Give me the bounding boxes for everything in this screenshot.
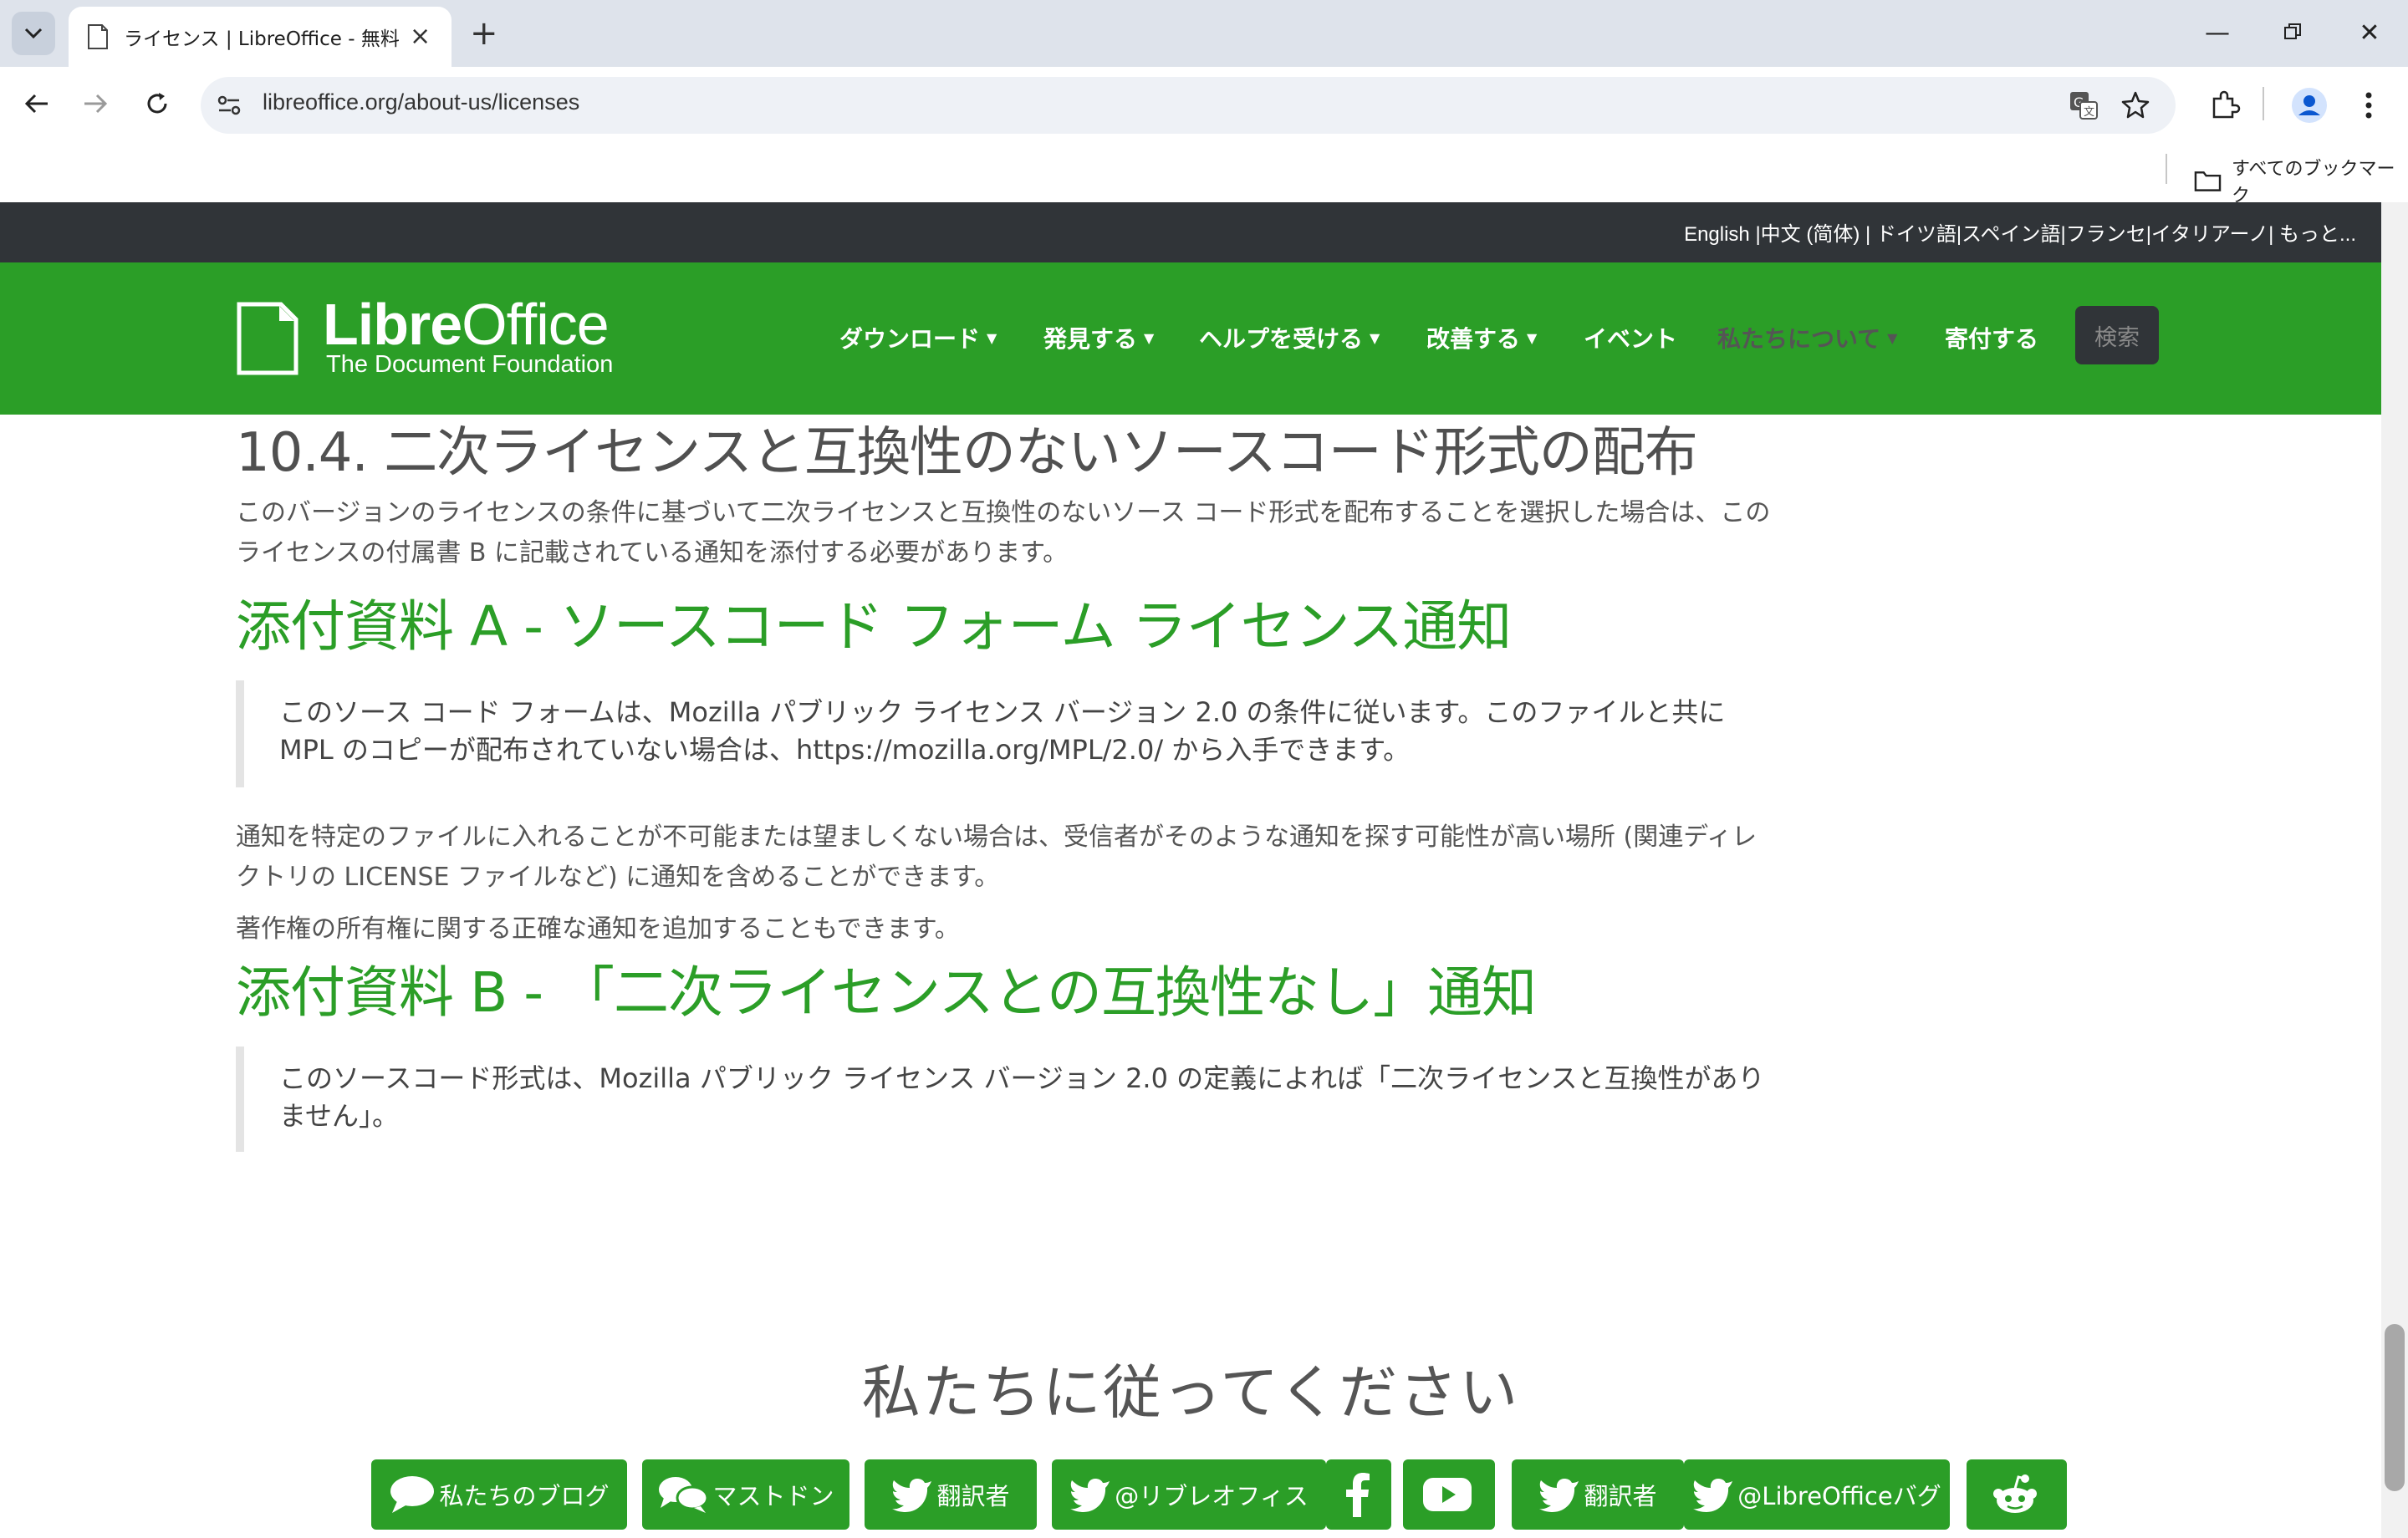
follow-us-heading: 私たちに従ってください [861,1358,1520,1427]
browser-tab-active[interactable]: ライセンス | LibreOffice - 無料のオフィススイート × [69,7,452,67]
reload-icon [147,93,167,114]
tab-search-button[interactable] [12,12,55,55]
caret-down-icon: ▼ [1144,329,1155,346]
social-mastodon-button[interactable]: マストドン [642,1459,849,1530]
nav-discover[interactable]: 発見する ▼ [1043,321,1154,354]
caret-down-icon: ▼ [1370,329,1380,346]
nav-label: 発見する [1043,325,1138,353]
facebook-icon [1346,1473,1370,1517]
nav-label: ダウンロード [839,325,981,353]
social-twitter-translators-2-button[interactable]: 翻訳者 [1512,1459,1684,1530]
language-bar: English |中文 (简体) | ドイツ語|スペイン語|フランセ|イタリアー… [0,202,2381,262]
social-twitter-bugs-button[interactable]: @LibreOfficeバグ [1684,1459,1950,1530]
nav-label: 私たちについて [1717,325,1881,353]
caret-down-icon: ▼ [1527,329,1538,346]
new-tab-button[interactable]: + [470,12,498,55]
license-content: 10.4. 二次ライセンスと互換性のないソースコード形式の配布 このバージョンの… [236,415,1774,1152]
social-label: 私たちのブログ [439,1482,610,1510]
translate-icon[interactable]: G文 [2069,90,2099,120]
exhibit-b-notice: このソースコード形式は、Mozilla パブリック ライセンス バージョン 2.… [236,1047,1774,1152]
exhibit-b-heading: 添付資料 B - 「二次ライセンスとの互換性なし」通知 [236,960,1537,1025]
social-label: @リブレオフィス [1115,1482,1309,1510]
exhibit-a-heading: 添付資料 A - ソースコード フォーム ライセンス通知 [236,594,1512,659]
logo-name-bold: Libre [323,292,462,357]
social-facebook-button[interactable] [1326,1459,1391,1530]
nav-about-us[interactable]: 私たちについて ▼ [1717,321,1897,354]
close-window-button[interactable]: ✕ [2344,15,2395,52]
nav-label: 寄付する [1945,325,2039,353]
document-icon [88,24,108,49]
bookmark-star-icon[interactable] [2120,90,2150,120]
social-twitter-translators-button[interactable]: 翻訳者 [865,1459,1037,1530]
arrow-left-icon [24,94,48,114]
twitter-bird-icon [1070,1479,1110,1512]
caret-down-icon: ▼ [987,329,997,346]
exhibit-a-paragraph: 通知を特定のファイルに入れることが不可能または望ましくない場合は、受信者がそのよ… [236,822,1758,892]
nav-get-help[interactable]: ヘルプを受ける ▼ [1199,321,1380,354]
chevron-down-icon [24,28,43,39]
minimize-button[interactable]: — [2192,15,2242,52]
nav-donate[interactable]: 寄付する [1945,321,2038,354]
social-blog-button[interactable]: 私たちのブログ [371,1459,627,1530]
nav-label: イベント [1584,325,1678,353]
scrollbar-thumb[interactable] [2385,1324,2405,1491]
twitter-bird-icon [1693,1479,1733,1512]
nav-label: 改善する [1426,325,1521,353]
extensions-icon[interactable] [2207,89,2241,122]
close-tab-icon[interactable]: × [410,24,431,49]
social-label: 翻訳者 [1584,1482,1657,1510]
site-info-icon[interactable] [216,92,242,119]
all-bookmarks-label: すべてのブックマーク [2231,159,2395,206]
profile-avatar-icon[interactable] [2291,87,2328,124]
nav-label: ヘルプを受ける [1199,325,1364,353]
language-links[interactable]: English |中文 (简体) | ドイツ語|スペイン語|フランセ|イタリアー… [1684,217,2356,247]
tab-title: ライセンス | LibreOffice - 無料のオフィススイート [124,28,400,50]
social-twitter-libreoffice-button[interactable]: @リブレオフィス [1052,1459,1326,1530]
social-reddit-button[interactable] [1967,1459,2067,1530]
exhibit-a-notice: このソース コード フォームは、Mozilla パブリック ライセンス バージョ… [236,680,1774,787]
social-youtube-button[interactable] [1403,1459,1495,1530]
section-heading: 10.4. 二次ライセンスと互換性のないソースコード形式の配布 [236,422,1698,484]
nav-improve[interactable]: 改善する ▼ [1426,321,1537,354]
arrow-right-icon [84,94,108,114]
restore-button[interactable] [2268,15,2318,52]
twitter-bird-icon [892,1479,932,1512]
url-text[interactable]: libreoffice.org/about-us/licenses [263,89,579,115]
logo-wordmark[interactable]: LibreOffice [323,291,610,358]
nav-download[interactable]: ダウンロード ▼ [839,321,997,354]
toolbar-divider [2263,87,2264,120]
exhibit-a-paragraph-2: 著作権の所有権に関する正確な通知を追加することもできます。 [236,914,960,944]
mastodon-bubbles-icon [659,1477,709,1513]
more-menu-icon[interactable] [2363,89,2375,122]
section-paragraph: このバージョンのライセンスの条件に基づいて二次ライセンスと互換性のないソース コ… [236,498,1771,568]
speech-bubble-icon [390,1476,435,1513]
bookmarks-divider [2166,154,2167,184]
social-label: マストドン [712,1482,834,1510]
reload-button[interactable] [137,84,177,124]
svg-text:文: 文 [2084,106,2094,119]
forward-button[interactable] [75,84,115,124]
youtube-icon [1423,1478,1472,1511]
restore-icon [2284,23,2301,39]
nav-events[interactable]: イベント [1584,321,1677,354]
logo-name-light: Office [462,292,610,357]
bookmarks-bar [0,144,2408,201]
social-label: 翻訳者 [936,1482,1010,1510]
logo-subtitle: The Document Foundation [326,351,614,378]
twitter-bird-icon [1539,1479,1579,1512]
folder-icon [2194,171,2222,191]
reddit-icon [1993,1474,2037,1513]
all-bookmarks-button[interactable]: すべてのブックマーク [2194,154,2408,207]
back-button[interactable] [17,84,57,124]
search-button[interactable]: 検索 [2075,306,2159,364]
social-label: @LibreOfficeバグ [1737,1482,1941,1510]
libreoffice-logo-icon[interactable] [236,301,299,376]
caret-down-icon: ▼ [1887,329,1898,346]
